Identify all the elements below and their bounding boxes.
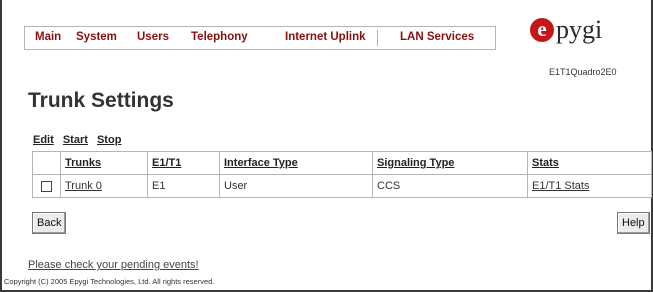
- nav-lan-services[interactable]: LAN Services: [400, 31, 474, 43]
- header-trunks[interactable]: Trunks: [60, 151, 148, 175]
- frame-left-border: [0, 0, 2, 292]
- nav-main[interactable]: Main: [35, 31, 61, 43]
- start-link[interactable]: Start: [63, 134, 88, 146]
- copyright-text: Copyright (C) 2005 Epygi Technologies, L…: [4, 277, 215, 286]
- trunk-link[interactable]: Trunk 0: [65, 180, 102, 192]
- stats-link[interactable]: E1/T1 Stats: [532, 180, 589, 192]
- nav-users[interactable]: Users: [137, 31, 169, 43]
- nav-divider: [377, 30, 378, 46]
- e1t1-cell: E1: [147, 174, 220, 198]
- table-actions: Edit Start Stop: [33, 134, 127, 146]
- logo-text: pygi: [556, 15, 603, 44]
- help-button[interactable]: Help: [617, 212, 650, 234]
- trunk-cell: Trunk 0: [60, 174, 148, 198]
- header-signaling-type[interactable]: Signaling Type: [372, 151, 528, 175]
- nav-system[interactable]: System: [76, 31, 117, 43]
- signaling-type-cell: CCS: [372, 174, 528, 198]
- edit-link[interactable]: Edit: [33, 134, 54, 146]
- header-stats[interactable]: Stats: [527, 151, 652, 175]
- select-column-header: [32, 151, 61, 175]
- row-checkbox[interactable]: [41, 180, 52, 192]
- logo-mark: e: [530, 18, 554, 42]
- top-navigation-bar: Main System Users Telephony Internet Upl…: [24, 26, 496, 50]
- page-title: Trunk Settings: [28, 89, 174, 112]
- stats-cell: E1/T1 Stats: [527, 174, 652, 198]
- pending-events-link[interactable]: Please check your pending events!: [28, 259, 199, 271]
- table-row: Trunk 0 E1 User CCS E1/T1 Stats: [32, 174, 652, 198]
- header-interface-type[interactable]: Interface Type: [219, 151, 373, 175]
- trunks-table: Trunks E1/T1 Interface Type Signaling Ty…: [32, 151, 652, 198]
- table-header-row: Trunks E1/T1 Interface Type Signaling Ty…: [32, 151, 652, 175]
- back-button[interactable]: Back: [32, 212, 67, 234]
- nav-telephony[interactable]: Telephony: [191, 31, 248, 43]
- nav-internet-uplink[interactable]: Internet Uplink: [285, 31, 366, 43]
- epygi-logo: e pygi: [530, 15, 603, 44]
- row-select-cell: [32, 174, 61, 198]
- stop-link[interactable]: Stop: [97, 134, 121, 146]
- header-e1t1[interactable]: E1/T1: [147, 151, 220, 175]
- device-model: E1T1Quadro2E0: [549, 67, 617, 77]
- interface-type-cell: User: [219, 174, 373, 198]
